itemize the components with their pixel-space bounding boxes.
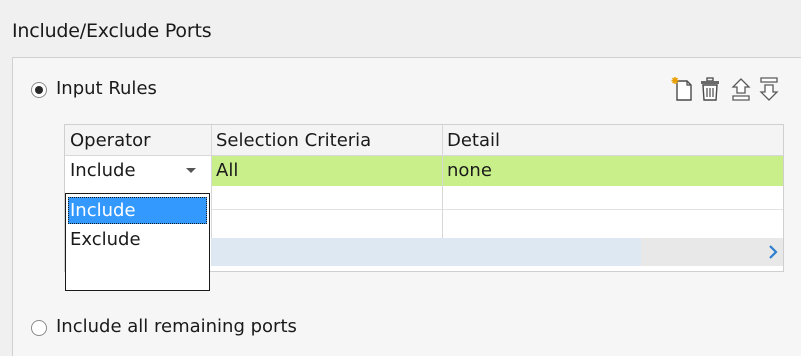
column-divider xyxy=(442,125,443,238)
horizontal-scrollbar[interactable] xyxy=(211,238,783,266)
chevron-down-icon[interactable] xyxy=(186,168,196,173)
row-divider xyxy=(211,209,783,210)
include-remaining-label[interactable]: Include all remaining ports xyxy=(56,316,297,337)
include-remaining-radio[interactable] xyxy=(31,320,47,336)
column-header-operator[interactable]: Operator xyxy=(65,125,211,156)
column-header-selection-criteria[interactable]: Selection Criteria xyxy=(211,125,442,156)
operator-combo-value[interactable]: Include xyxy=(70,156,136,186)
chevron-right-icon[interactable] xyxy=(767,243,779,265)
operator-dropdown-list: Include Exclude xyxy=(65,193,210,291)
column-divider xyxy=(211,125,212,238)
criteria-cell[interactable]: All xyxy=(216,156,238,186)
move-down-icon[interactable] xyxy=(756,75,782,103)
scrollbar-track[interactable] xyxy=(641,238,783,266)
delete-icon[interactable] xyxy=(697,75,723,103)
column-header-detail[interactable]: Detail xyxy=(442,125,783,156)
section-title: Include/Exclude Ports xyxy=(12,20,212,42)
new-row-icon[interactable] xyxy=(669,75,695,103)
detail-cell[interactable]: none xyxy=(447,156,492,186)
input-rules-label[interactable]: Input Rules xyxy=(56,78,157,99)
move-up-icon[interactable] xyxy=(728,75,754,103)
dropdown-option-include[interactable]: Include xyxy=(68,197,207,224)
dropdown-option-exclude[interactable]: Exclude xyxy=(68,226,207,253)
input-rules-radio[interactable] xyxy=(31,82,47,98)
